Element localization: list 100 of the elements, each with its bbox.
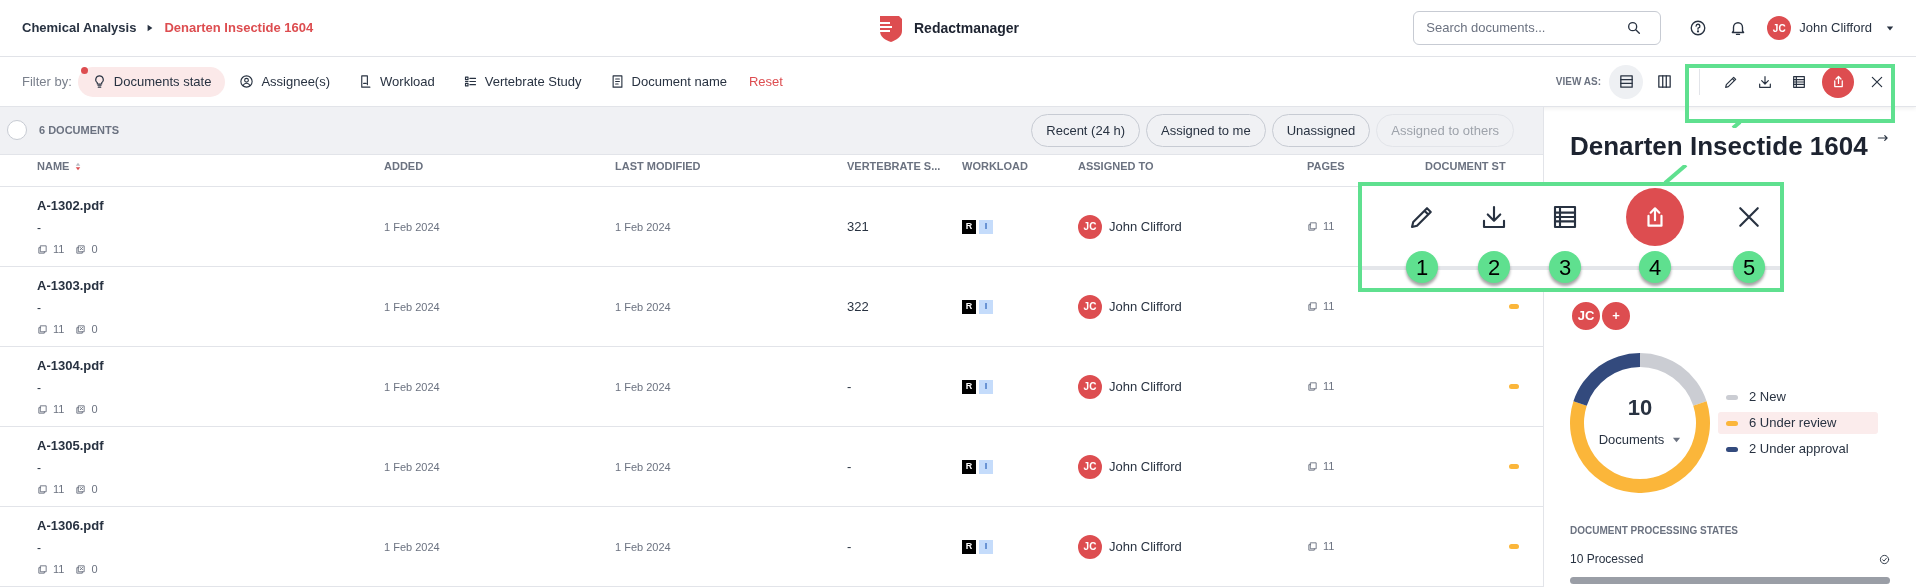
annotation-count: 0: [91, 562, 98, 577]
workload-badge: I: [979, 299, 993, 314]
step-number: 5: [1733, 251, 1765, 283]
table-cell: 1 Feb 2024: [384, 460, 440, 473]
note-text: -: [37, 380, 42, 397]
table-cell: 1 Feb 2024: [615, 540, 671, 553]
leader-line: [1729, 122, 1742, 128]
filter-chip[interactable]: Document name: [595, 66, 741, 97]
member-avatar[interactable]: +: [1600, 300, 1632, 332]
page-count: 11: [1323, 299, 1335, 315]
legend-item[interactable]: 2 New: [1718, 386, 1878, 408]
annotation-icon: [75, 323, 87, 335]
legend-item[interactable]: 6 Under review: [1718, 412, 1878, 434]
document-count: 6 DOCUMENTS: [39, 123, 120, 139]
table-cell: 322: [847, 298, 869, 314]
user-circle-icon: [239, 74, 255, 89]
workload-badge: R: [962, 539, 976, 554]
assignee-name: John Clifford: [1109, 537, 1182, 556]
search-input[interactable]: Search documents...: [1426, 18, 1617, 38]
column-header[interactable]: LAST MODIFIED: [615, 158, 701, 175]
page-count: 11: [53, 322, 65, 337]
table-cell: 1 Feb 2024: [384, 380, 440, 393]
assignee-avatar: JC: [1078, 534, 1102, 559]
legend-item[interactable]: 2 Under approval: [1718, 438, 1878, 460]
pages-icon: [37, 243, 48, 255]
assignee-avatar: JC: [1078, 214, 1102, 239]
member-avatar[interactable]: JC: [1570, 300, 1602, 332]
step-number: 3: [1549, 251, 1581, 283]
search-box[interactable]: Search documents...: [1413, 11, 1662, 45]
column-header[interactable]: ASSIGNED TO: [1078, 158, 1154, 175]
view-toggle[interactable]: [1609, 64, 1643, 99]
note-text: -: [37, 220, 42, 237]
pages-icon: [37, 323, 48, 335]
annotation-count: 0: [91, 482, 98, 497]
column-header[interactable]: ADDED: [384, 158, 424, 175]
table-cell: 321: [847, 218, 869, 234]
table-cell: 1 Feb 2024: [384, 540, 440, 553]
page-count: 11: [53, 402, 65, 417]
table-cell: -: [847, 378, 852, 394]
column-header[interactable]: PAGES: [1307, 158, 1345, 175]
annotation-icon: [75, 563, 87, 575]
filter-label: Filter by:: [22, 72, 72, 91]
download-icon: [1757, 73, 1773, 90]
panel-title: Denarten Insectide 1604: [1570, 130, 1868, 163]
column-header[interactable]: WORKLOAD: [962, 158, 1028, 175]
file-name[interactable]: A-1305.pdf: [37, 435, 384, 455]
column-header[interactable]: NAME: [37, 158, 70, 175]
rows-icon: [1617, 73, 1635, 90]
annotation-count: 0: [91, 242, 98, 257]
check-circle-icon: [1879, 553, 1890, 565]
document-icon: [609, 74, 625, 89]
column-header[interactable]: DOCUMENT ST: [1425, 158, 1506, 175]
select-all-checkbox[interactable]: [7, 120, 27, 141]
assignee-name: John Clifford: [1109, 377, 1182, 396]
table-icon: [1791, 73, 1807, 90]
page-count: 11: [1323, 539, 1335, 555]
pages-icon: [1307, 221, 1318, 232]
workload-badge: I: [979, 379, 993, 394]
help-icon: [1689, 19, 1708, 37]
column-header[interactable]: VERTEBRATE S...: [847, 158, 941, 175]
filter-chip[interactable]: Documents state: [77, 66, 226, 97]
filter-chip[interactable]: Assignee(s): [225, 66, 345, 97]
table-cell: 1 Feb 2024: [384, 300, 440, 313]
table-cell: 1 Feb 2024: [615, 300, 671, 313]
pages-icon: [37, 483, 48, 495]
pages-icon: [1307, 301, 1318, 312]
table-cell: 1 Feb 2024: [615, 380, 671, 393]
assignee-avatar: JC: [1078, 454, 1102, 479]
user-avatar: JC: [1767, 16, 1792, 40]
columns-icon: [1655, 73, 1673, 90]
caret-down-icon: [1672, 435, 1682, 444]
workload-badge: I: [979, 459, 993, 474]
file-name[interactable]: A-1302.pdf: [37, 195, 384, 215]
step-number: 1: [1406, 251, 1438, 283]
reset-link[interactable]: Reset: [748, 71, 783, 92]
annotation-icon: [75, 403, 87, 415]
step-number: 2: [1478, 251, 1510, 283]
search-icon: [1626, 20, 1643, 36]
page-count: 11: [1323, 379, 1335, 395]
table-cell: 1 Feb 2024: [384, 220, 440, 233]
total-count: 10: [1627, 393, 1653, 422]
file-name[interactable]: A-1304.pdf: [37, 355, 384, 375]
page-count: 11: [53, 242, 65, 257]
workload-badge: R: [962, 219, 976, 234]
note-text: -: [37, 540, 42, 557]
pages-icon: [37, 403, 48, 415]
file-name[interactable]: A-1306.pdf: [37, 515, 384, 535]
unit-dropdown[interactable]: Documents: [1598, 429, 1682, 450]
breadcrumb-link[interactable]: Denarten Insectide 1604: [164, 18, 314, 38]
filter-chip[interactable]: Vertebrate Study: [448, 66, 596, 97]
section-heading: DOCUMENT PROCESSING STATES: [1570, 524, 1739, 538]
pages-icon: [1307, 461, 1318, 472]
filter-chip[interactable]: Workload: [344, 66, 449, 97]
user-menu[interactable]: JC John Clifford: [1767, 16, 1894, 40]
file-name[interactable]: A-1303.pdf: [37, 275, 384, 295]
breadcrumb-link[interactable]: Chemical Analysis: [22, 18, 137, 38]
workload-badge: I: [979, 219, 993, 234]
page-count: 11: [1323, 459, 1335, 475]
annotation-count: 0: [91, 402, 98, 417]
annotation-count: 0: [91, 322, 98, 337]
